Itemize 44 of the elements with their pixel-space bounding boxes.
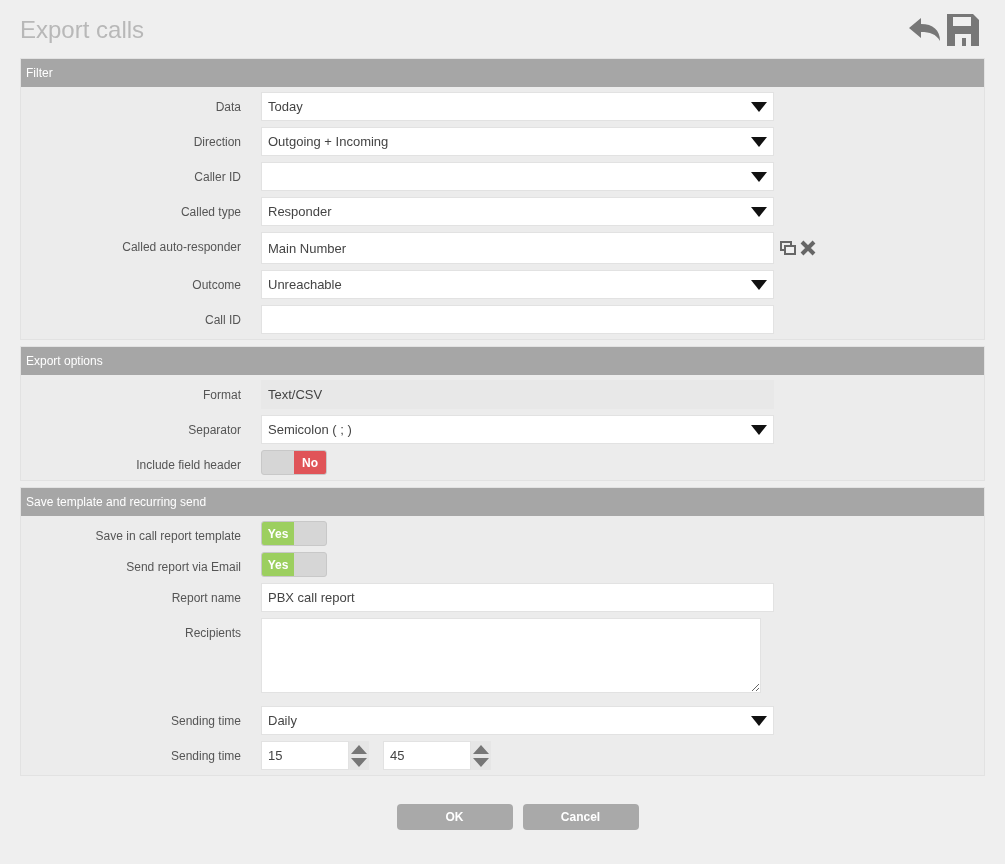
dropdown-field[interactable] bbox=[261, 162, 774, 191]
back-arrow-icon[interactable] bbox=[909, 18, 941, 42]
field-label: Send report via Email bbox=[125, 559, 241, 576]
field-label: Report name bbox=[170, 590, 241, 607]
field-label: Separator bbox=[187, 422, 241, 439]
dropdown-field[interactable]: Responder bbox=[261, 197, 774, 226]
field-label: Called type bbox=[179, 204, 241, 221]
dropdown-caret-icon bbox=[751, 424, 767, 435]
dropdown-field[interactable]: Daily bbox=[261, 706, 774, 735]
input-field[interactable]: PBX call report bbox=[261, 583, 774, 612]
section-header: Export options bbox=[21, 347, 984, 375]
dropdown-field[interactable]: Today bbox=[261, 92, 774, 121]
section-header: Save template and recurring send bbox=[21, 488, 984, 516]
dropdown-caret-icon bbox=[751, 171, 767, 182]
toggle-switch[interactable]: No bbox=[261, 450, 327, 475]
field-label: Include field header bbox=[135, 457, 241, 474]
field-label: Format bbox=[202, 387, 241, 404]
field-label: Recipients bbox=[183, 625, 241, 642]
field-label: Called auto-responder bbox=[121, 239, 241, 256]
minutes-field[interactable]: 45 bbox=[383, 741, 471, 770]
dropdown-caret-icon bbox=[751, 101, 767, 112]
dropdown-field[interactable]: Semicolon ( ; ) bbox=[261, 415, 774, 444]
dropdown-caret-icon bbox=[751, 279, 767, 290]
dropdown-caret-icon bbox=[751, 206, 767, 217]
field-label: Call ID bbox=[204, 312, 241, 329]
section-header: Filter bbox=[21, 59, 984, 87]
save-icon[interactable] bbox=[947, 14, 979, 46]
dropdown-caret-icon bbox=[751, 715, 767, 726]
copy-windows-icon[interactable] bbox=[780, 241, 796, 255]
readonly-field: Text/CSV bbox=[261, 380, 774, 409]
input-field[interactable]: Main Number bbox=[261, 232, 774, 264]
hours-field[interactable]: 15 bbox=[261, 741, 349, 770]
field-label: Save in call report template bbox=[94, 528, 241, 545]
input-field[interactable] bbox=[261, 305, 774, 334]
field-label: Sending time bbox=[169, 713, 241, 730]
dropdown-field[interactable]: Unreachable bbox=[261, 270, 774, 299]
field-label: Outcome bbox=[191, 277, 241, 294]
close-icon[interactable] bbox=[800, 240, 816, 256]
field-label: Caller ID bbox=[193, 169, 241, 186]
dropdown-caret-icon bbox=[751, 136, 767, 147]
field-label: Direction bbox=[192, 134, 241, 151]
field-label: Sending time bbox=[169, 748, 241, 765]
dropdown-field[interactable]: Outgoing + Incoming bbox=[261, 127, 774, 156]
field-label: Data bbox=[214, 99, 241, 116]
